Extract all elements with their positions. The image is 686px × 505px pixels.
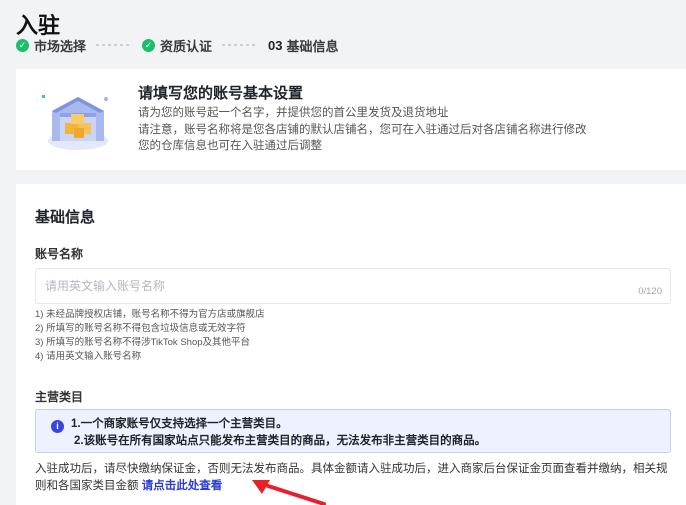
notice-line: 2.该账号在所有国家站点只能发布主营类目的商品，无法发布非主营类目的商品。 bbox=[74, 434, 487, 447]
account-name-field[interactable]: 0/120 bbox=[35, 268, 671, 304]
deposit-note: 入驻成功后，请尽快缴纳保证金，否则无法发布商品。具体金额请入驻成功后，进入商家后… bbox=[35, 461, 675, 494]
step-market-selection: ✓ 市场选择 bbox=[16, 36, 86, 55]
check-circle-icon: ✓ bbox=[16, 38, 29, 52]
rule-item: 1) 未经品牌授权店铺，账号名称不得为官方店或旗舰店 bbox=[35, 309, 265, 320]
step-qualification: ✓ 资质认证 bbox=[142, 36, 212, 55]
main-category-label: 主营类目 bbox=[35, 390, 84, 404]
account-name-label: 账号名称 bbox=[35, 247, 84, 261]
annotation-arrow-icon bbox=[252, 480, 326, 505]
intro-title: 请填写您的账号基本设置 bbox=[138, 85, 304, 102]
deposit-note-text: 入驻成功后，请尽快缴纳保证金，否则无法发布商品。具体金额请入驻成功后，进入商家后… bbox=[35, 463, 668, 492]
intro-card: 请填写您的账号基本设置 请为您的账号起一个名字，并提供您的首公里发货及退货地址 … bbox=[16, 69, 686, 170]
step-number: 03 bbox=[268, 37, 283, 53]
category-notice: i 1.一个商家账号仅支持选择一个主营类目。 2.该账号在所有国家站点只能发布主… bbox=[35, 409, 671, 453]
step-label: 市场选择 bbox=[34, 38, 87, 54]
info-icon: i bbox=[51, 420, 64, 433]
progress-steps: ✓ 市场选择 ✓ 资质认证 03 基础信息 bbox=[16, 36, 339, 54]
rule-item: 4) 请用英文输入账号名称 bbox=[35, 351, 142, 362]
rule-item: 3) 所填写的账号名称不得涉TikTok Shop及其他平台 bbox=[35, 337, 251, 348]
basic-info-form: 基础信息 账号名称 0/120 1) 未经品牌授权店铺，账号名称不得为官方店或旗… bbox=[16, 184, 686, 505]
intro-description: 请为您的账号起一个名字，并提供您的首公里发货及退货地址 请注意，账号名称将是您各… bbox=[138, 105, 587, 155]
step-basic-info: 03 基础信息 bbox=[268, 36, 338, 55]
intro-line: 请注意，账号名称将是您各店铺的默认店铺名，您可在入驻通过后对各店铺名称进行修改 bbox=[138, 123, 587, 136]
step-connector bbox=[222, 44, 259, 46]
char-counter: 0/120 bbox=[638, 286, 662, 297]
check-circle-icon: ✓ bbox=[142, 38, 156, 52]
intro-line: 您的仓库信息也可在入驻通过后调整 bbox=[138, 140, 322, 152]
account-name-input[interactable] bbox=[45, 277, 605, 295]
warehouse-illustration bbox=[42, 95, 108, 150]
deposit-rules-link[interactable]: 请点击此处查看 bbox=[142, 480, 223, 492]
step-label: 基础信息 bbox=[286, 38, 339, 54]
notice-text: 1.一个商家账号仅支持选择一个主营类目。 2.该账号在所有国家站点只能发布主营类… bbox=[71, 416, 486, 449]
section-title: 基础信息 bbox=[35, 209, 96, 226]
step-connector bbox=[96, 44, 133, 46]
intro-line: 请为您的账号起一个名字，并提供您的首公里发货及退货地址 bbox=[138, 107, 449, 119]
account-name-rules: 1) 未经品牌授权店铺，账号名称不得为官方店或旗舰店 2) 所填写的账号名称不得… bbox=[35, 308, 265, 364]
notice-line: 1.一个商家账号仅支持选择一个主营类目。 bbox=[71, 418, 288, 430]
rule-item: 2) 所填写的账号名称不得包含垃圾信息或无效字符 bbox=[35, 323, 246, 334]
step-label: 资质认证 bbox=[160, 38, 213, 54]
